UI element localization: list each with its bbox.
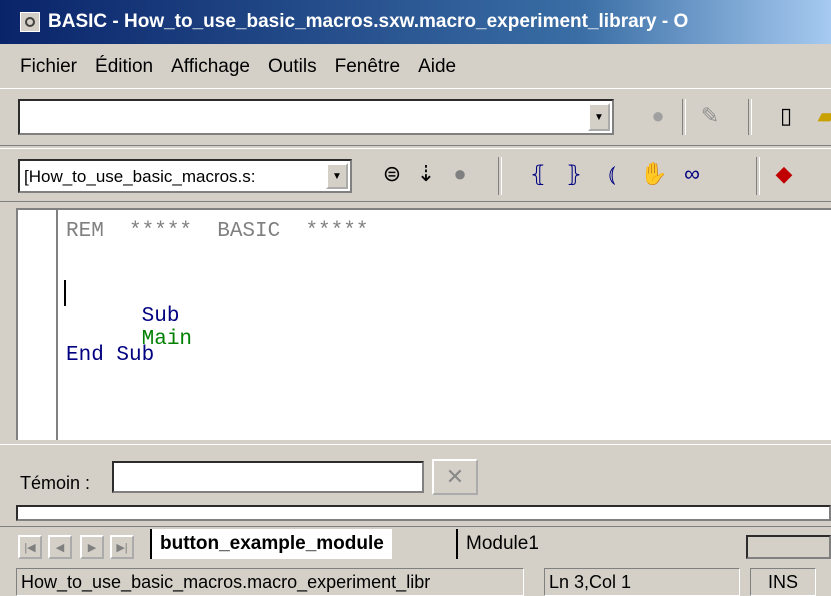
watch-panel: Témoin : ✕ bbox=[0, 444, 831, 524]
step-over-icon[interactable]: ⦄ bbox=[560, 161, 588, 189]
folder-icon[interactable]: ▰ bbox=[812, 103, 831, 131]
first-tab-icon[interactable]: |◀ bbox=[18, 535, 42, 559]
function-toolbar: ▼ ● ✎ ▯ ▰ bbox=[0, 88, 831, 146]
title-bar[interactable]: BASIC - How_to_use_basic_macros.sxw.macr… bbox=[0, 0, 831, 44]
breakpoint-gutter[interactable] bbox=[18, 210, 58, 440]
chevron-down-icon[interactable]: ▼ bbox=[588, 103, 610, 131]
tab-module1[interactable]: Module1 bbox=[456, 529, 547, 559]
url-combo[interactable]: ▼ bbox=[18, 99, 614, 135]
menu-bar: Fichier Édition Affichage Outils Fenêtre… bbox=[0, 48, 831, 86]
stop-icon[interactable]: ● bbox=[446, 161, 474, 189]
module-tab-bar: |◀ ◀ ▶ ▶| button_example_module Module1 bbox=[0, 526, 831, 562]
breakpoint-hand-icon[interactable]: ✋ bbox=[640, 161, 668, 189]
step-out-icon[interactable]: ⦅ bbox=[598, 161, 626, 189]
menu-affichage[interactable]: Affichage bbox=[171, 56, 250, 78]
compile-icon[interactable]: ⊜ bbox=[378, 161, 406, 189]
menu-aide[interactable]: Aide bbox=[418, 56, 456, 78]
watch-glasses-icon[interactable]: ∞ bbox=[678, 161, 706, 189]
code-editor[interactable]: REM ***** BASIC ***** Sub Main End Sub bbox=[16, 208, 831, 440]
code-line-rem: REM ***** BASIC ***** bbox=[66, 220, 369, 243]
remove-watch-button[interactable]: ✕ bbox=[432, 459, 478, 495]
status-mode[interactable]: INS bbox=[750, 568, 816, 596]
toolbar-separator bbox=[756, 157, 760, 195]
toolbar-separator bbox=[682, 99, 686, 135]
window-title: BASIC - How_to_use_basic_macros.sxw.macr… bbox=[48, 11, 689, 32]
toolbar-separator bbox=[498, 157, 502, 195]
circle-icon[interactable]: ● bbox=[644, 103, 672, 131]
remove-watch-icon: ✕ bbox=[445, 464, 465, 489]
code-line-end-sub: End Sub bbox=[66, 344, 155, 367]
text-caret bbox=[64, 280, 66, 306]
keyword-sub: Sub bbox=[141, 305, 180, 328]
menu-fichier[interactable]: Fichier bbox=[20, 56, 77, 78]
library-combo-value: [How_to_use_basic_macros.s: bbox=[24, 167, 256, 186]
watch-label: Témoin : bbox=[20, 473, 91, 493]
macro-toolbar: [How_to_use_basic_macros.s: ▼ ⊜ ⇣ ● ⦃ ⦄ … bbox=[0, 148, 831, 202]
next-tab-icon[interactable]: ▶ bbox=[80, 535, 104, 559]
basic-ide-window: BASIC - How_to_use_basic_macros.sxw.macr… bbox=[0, 0, 831, 596]
step-into-icon[interactable]: ⦃ bbox=[524, 161, 552, 189]
tab-button-example-module[interactable]: button_example_module bbox=[150, 529, 392, 559]
run-icon[interactable]: ⇣ bbox=[412, 161, 440, 189]
module-icon[interactable]: ◆ bbox=[770, 161, 798, 189]
last-tab-icon[interactable]: ▶| bbox=[110, 535, 134, 559]
status-position: Ln 3,Col 1 bbox=[544, 568, 740, 596]
horizontal-scrollbar[interactable] bbox=[746, 535, 831, 559]
library-combo[interactable]: [How_to_use_basic_macros.s: ▼ bbox=[18, 159, 352, 193]
watch-list[interactable] bbox=[16, 505, 831, 521]
new-doc-icon[interactable]: ▯ bbox=[772, 103, 800, 131]
toolbar-separator bbox=[748, 99, 752, 135]
status-bar: How_to_use_basic_macros.macro_experiment… bbox=[0, 564, 831, 596]
watch-input[interactable] bbox=[112, 461, 424, 493]
prev-tab-icon[interactable]: ◀ bbox=[48, 535, 72, 559]
edit-icon[interactable]: ✎ bbox=[696, 103, 724, 131]
menu-fenetre[interactable]: Fenêtre bbox=[335, 56, 400, 78]
menu-edition[interactable]: Édition bbox=[95, 56, 153, 78]
chevron-down-icon[interactable]: ▼ bbox=[326, 163, 348, 189]
menu-outils[interactable]: Outils bbox=[268, 56, 317, 78]
status-document: How_to_use_basic_macros.macro_experiment… bbox=[16, 568, 524, 596]
app-icon[interactable] bbox=[20, 12, 40, 32]
